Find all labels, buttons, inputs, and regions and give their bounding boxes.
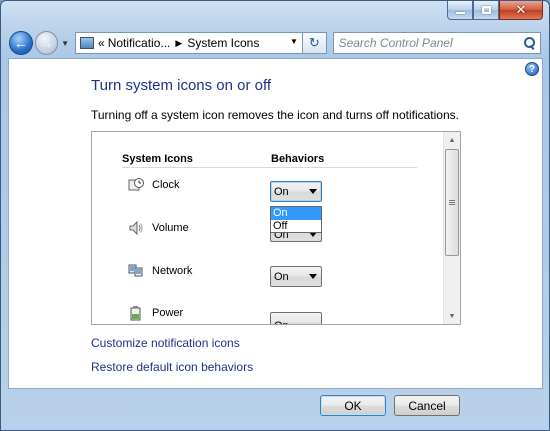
list-item-clock: Clock (128, 175, 180, 195)
chevron-down-icon (309, 274, 317, 279)
address-prefix[interactable]: « (98, 36, 105, 50)
back-button[interactable]: ← (9, 31, 33, 55)
minimize-button[interactable] (447, 1, 473, 20)
forward-button[interactable]: → (34, 31, 59, 55)
search-icon[interactable] (523, 37, 535, 49)
control-panel-window: ✕ ← → ▼ « Notificatio... ▶ System Icons … (0, 0, 550, 431)
network-icon (128, 263, 144, 279)
clock-icon (128, 177, 144, 193)
list-item-volume: Volume (128, 218, 189, 238)
scroll-down-icon[interactable]: ▼ (444, 308, 460, 324)
close-icon: ✕ (515, 2, 527, 18)
network-behavior-select[interactable]: On (270, 266, 322, 287)
clock-behavior-dropdown: On Off (270, 206, 322, 233)
grip-icon (449, 200, 455, 205)
content-pane: ? Turn system icons on or off Turning of… (8, 58, 543, 389)
network-label: Network (152, 265, 193, 277)
clock-label: Clock (152, 179, 180, 191)
list-item-power: Power (128, 303, 183, 323)
power-behavior-select[interactable]: On (270, 312, 322, 325)
refresh-button[interactable]: ↻ (302, 32, 327, 54)
power-label: Power (152, 307, 184, 319)
address-bar[interactable]: « Notificatio... ▶ System Icons ▼ (75, 32, 303, 54)
caption-buttons: ✕ (447, 1, 543, 21)
maximize-button[interactable] (473, 1, 499, 20)
system-icons-list: System Icons Behaviors Clock On On Off V… (91, 131, 461, 325)
minimize-icon (455, 12, 465, 14)
address-dropdown-icon[interactable]: ▼ (290, 37, 298, 46)
restore-default-behaviors-link[interactable]: Restore default icon behaviors (91, 360, 253, 374)
search-input[interactable]: Search Control Panel (339, 36, 453, 50)
forward-arrow-icon: → (39, 35, 54, 51)
column-header-system-icons: System Icons (122, 153, 193, 165)
clock-behavior-select[interactable]: On (270, 181, 322, 202)
clock-behavior-value: On (274, 185, 289, 198)
list-scrollbar[interactable]: ▲ ▼ (443, 132, 460, 324)
customize-notification-icons-link[interactable]: Customize notification icons (91, 336, 240, 350)
dropdown-option-on[interactable]: On (271, 207, 321, 220)
scroll-thumb[interactable] (445, 149, 459, 256)
recent-pages-dropdown[interactable]: ▼ (59, 32, 71, 54)
search-box[interactable]: Search Control Panel (332, 32, 541, 54)
page-title: Turn system icons on or off (91, 77, 272, 94)
breadcrumb-system-icons[interactable]: System Icons (187, 36, 259, 50)
chevron-down-icon (309, 189, 317, 194)
dropdown-option-off[interactable]: Off (271, 220, 321, 233)
volume-label: Volume (152, 222, 189, 234)
refresh-icon: ↻ (308, 35, 320, 50)
cancel-button[interactable]: Cancel (394, 395, 460, 416)
list-item-network: Network (128, 261, 192, 281)
ok-button[interactable]: OK (320, 395, 386, 416)
close-button[interactable]: ✕ (499, 1, 543, 20)
volume-icon (128, 220, 144, 236)
breadcrumb-notifications[interactable]: Notificatio... (108, 36, 171, 50)
breadcrumb-separator-icon[interactable]: ▶ (175, 38, 182, 49)
power-behavior-value: On (274, 320, 289, 325)
network-behavior-value: On (274, 270, 289, 283)
power-icon (128, 305, 144, 321)
header-divider (122, 167, 417, 168)
page-description: Turning off a system icon removes the ic… (91, 108, 459, 122)
back-arrow-icon: ← (13, 35, 28, 51)
control-panel-icon (80, 37, 94, 49)
scroll-up-icon[interactable]: ▲ (444, 132, 460, 148)
maximize-icon (481, 6, 491, 14)
column-header-behaviors: Behaviors (271, 153, 325, 165)
navigation-bar: ← → ▼ « Notificatio... ▶ System Icons ▼ … (9, 29, 541, 57)
help-icon[interactable]: ? (525, 62, 539, 76)
